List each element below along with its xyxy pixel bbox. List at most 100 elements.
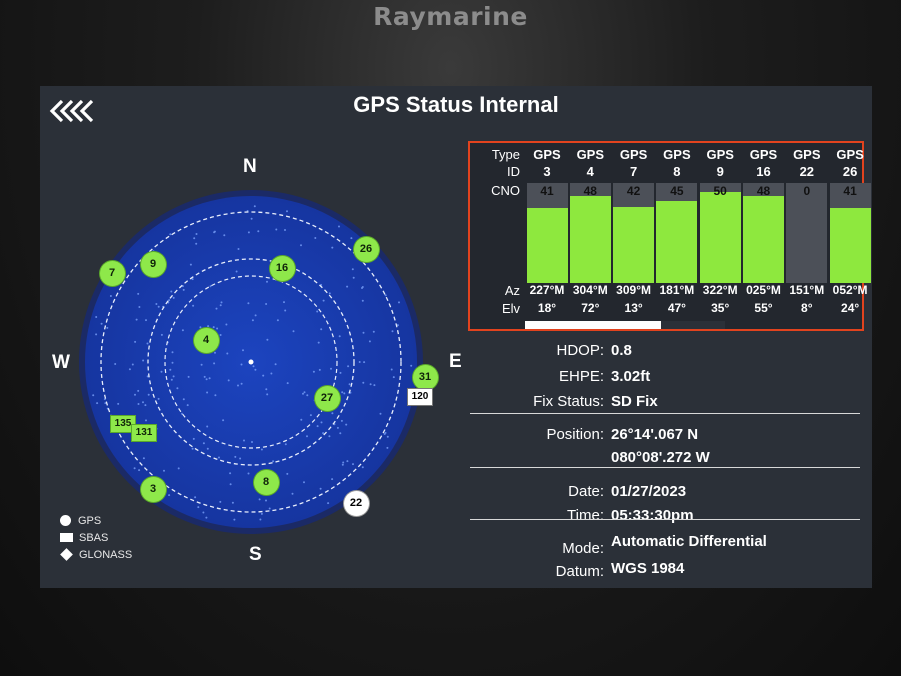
sat-id-9: 9 (716, 164, 724, 179)
sky-sat-16[interactable]: 16 (269, 255, 295, 281)
table-scrollbar[interactable] (525, 321, 725, 329)
signal-bar-26: 41 (829, 183, 871, 283)
azimuth-26: 052°M (832, 283, 868, 297)
time-label: Time: (567, 507, 604, 524)
gps-status-screen: GPS Status Internal N S E W 7 9 16 26 4 (40, 86, 872, 588)
azimuth-3: 227°M (529, 283, 565, 297)
sat-type-16: GPS (749, 147, 778, 162)
signal-strength-panel[interactable]: Type ID CNO Az Elv GPS 3 41 227°M 18° GPS 4 48 3… (468, 141, 871, 331)
sky-sbas-131[interactable]: 131 (132, 425, 156, 441)
fix-status-label: Fix Status: (533, 393, 604, 410)
azimuth-16: 025°M (746, 283, 781, 297)
row-label-type: Type (491, 147, 520, 162)
cno-value-9: 50 (713, 184, 727, 198)
sky-sat-26[interactable]: 26 (353, 236, 379, 262)
row-label-elv: Elv (501, 301, 520, 316)
sky-sat-27[interactable]: 27 (314, 385, 340, 411)
signal-fill-9 (699, 192, 741, 283)
elevation-16: 55° (754, 301, 773, 315)
elevation-8: 47° (667, 301, 686, 315)
sat-id-4: 4 (586, 164, 594, 179)
azimuth-4: 304°M (572, 283, 608, 297)
sat-type-7: GPS (619, 147, 648, 162)
fix-status-value: SD Fix (611, 393, 658, 410)
azimuth-7: 309°M (616, 283, 651, 297)
azimuth-22: 151°M (789, 283, 825, 297)
divider-2 (470, 467, 860, 468)
cno-value-26: 41 (843, 184, 857, 198)
sat-type-22: GPS (793, 147, 821, 162)
row-label-cno: CNO (491, 183, 520, 198)
legend-glonass: GLONASS (60, 546, 132, 563)
signal-fill-8 (656, 201, 698, 283)
sat-type-3: GPS (533, 147, 561, 162)
cno-value-22: 0 (803, 184, 811, 198)
elevation-9: 35° (711, 301, 730, 315)
datum-value: WGS 1984 (611, 560, 685, 577)
sky-sat-31[interactable]: 31 (412, 364, 438, 390)
legend-gps-label: GPS (78, 514, 102, 527)
legend-sbas: SBAS (60, 529, 132, 546)
signal-bar-8: 45 (656, 183, 698, 283)
sky-sat-9[interactable]: 9 (140, 251, 166, 277)
elevation-22: 8° (801, 301, 813, 315)
sat-id-3: 3 (543, 164, 551, 179)
hdop-value: 0.8 (611, 342, 632, 359)
sky-sat-3[interactable]: 3 (140, 476, 166, 502)
sbas-square-icon (60, 533, 73, 542)
elevation-3: 18° (537, 301, 557, 315)
position-label: Position: (546, 426, 604, 443)
sky-sat-7[interactable]: 7 (99, 260, 125, 286)
cno-value-4: 48 (583, 184, 597, 198)
date-label: Date: (568, 483, 604, 500)
brand-logo: Raymarine (373, 2, 528, 31)
legend-gps: GPS (60, 512, 132, 529)
cno-value-16: 48 (756, 184, 771, 198)
sat-id-8: 8 (673, 164, 681, 179)
sat-type-26: GPS (836, 147, 864, 162)
compass-north: N (243, 156, 257, 177)
signal-fill-16 (743, 195, 784, 283)
ehpe-label: EHPE: (558, 368, 604, 385)
cno-value-7: 42 (626, 184, 641, 198)
compass-south: S (249, 544, 262, 565)
mode-value: Automatic Differential (611, 533, 767, 550)
sky-sbas-120[interactable]: 120 (408, 389, 432, 405)
signal-fill-3 (526, 208, 568, 283)
sat-type-9: GPS (706, 147, 734, 162)
scrollbar-thumb[interactable] (525, 321, 661, 329)
ehpe-value: 3.02ft (611, 368, 651, 385)
sat-type-4: GPS (576, 147, 605, 162)
elevation-26: 24° (841, 301, 860, 315)
divider-1 (470, 413, 860, 414)
row-label-id: ID (507, 164, 520, 179)
time-value: 05:33:30pm (611, 507, 694, 524)
signal-bar-16: 48 (743, 183, 784, 283)
sat-id-26: 26 (842, 164, 858, 179)
longitude-value: 080°08'.272 W (611, 449, 710, 466)
azimuth-8: 181°M (659, 283, 695, 297)
hdop-label: HDOP: (556, 342, 604, 359)
sky-sat-4[interactable]: 4 (193, 327, 219, 353)
signal-bar-3: 41 (526, 183, 568, 283)
azimuth-9: 322°M (702, 283, 738, 297)
sky-sat-8[interactable]: 8 (253, 469, 279, 495)
legend-glonass-label: GLONASS (79, 548, 133, 561)
glonass-diamond-icon (60, 548, 73, 561)
row-label-az: Az (504, 283, 520, 298)
cno-value-3: 41 (540, 184, 554, 198)
elevation-7: 13° (624, 301, 643, 315)
signal-fill-4 (569, 195, 611, 283)
latitude-value: 26°14'.067 N (611, 426, 699, 443)
date-value: 01/27/2023 (611, 483, 687, 500)
divider-3 (470, 519, 860, 520)
sat-id-22: 22 (799, 164, 815, 179)
datum-label: Datum: (555, 563, 604, 580)
sky-sat-22[interactable]: 22 (343, 490, 369, 516)
signal-fill-7 (613, 206, 655, 283)
sat-id-16: 16 (756, 164, 771, 179)
signal-fill-26 (829, 208, 871, 283)
signal-bar-22: 0 (786, 183, 828, 283)
signal-bar-9: 50 (699, 183, 741, 283)
page-title: GPS Status Internal (353, 92, 559, 117)
